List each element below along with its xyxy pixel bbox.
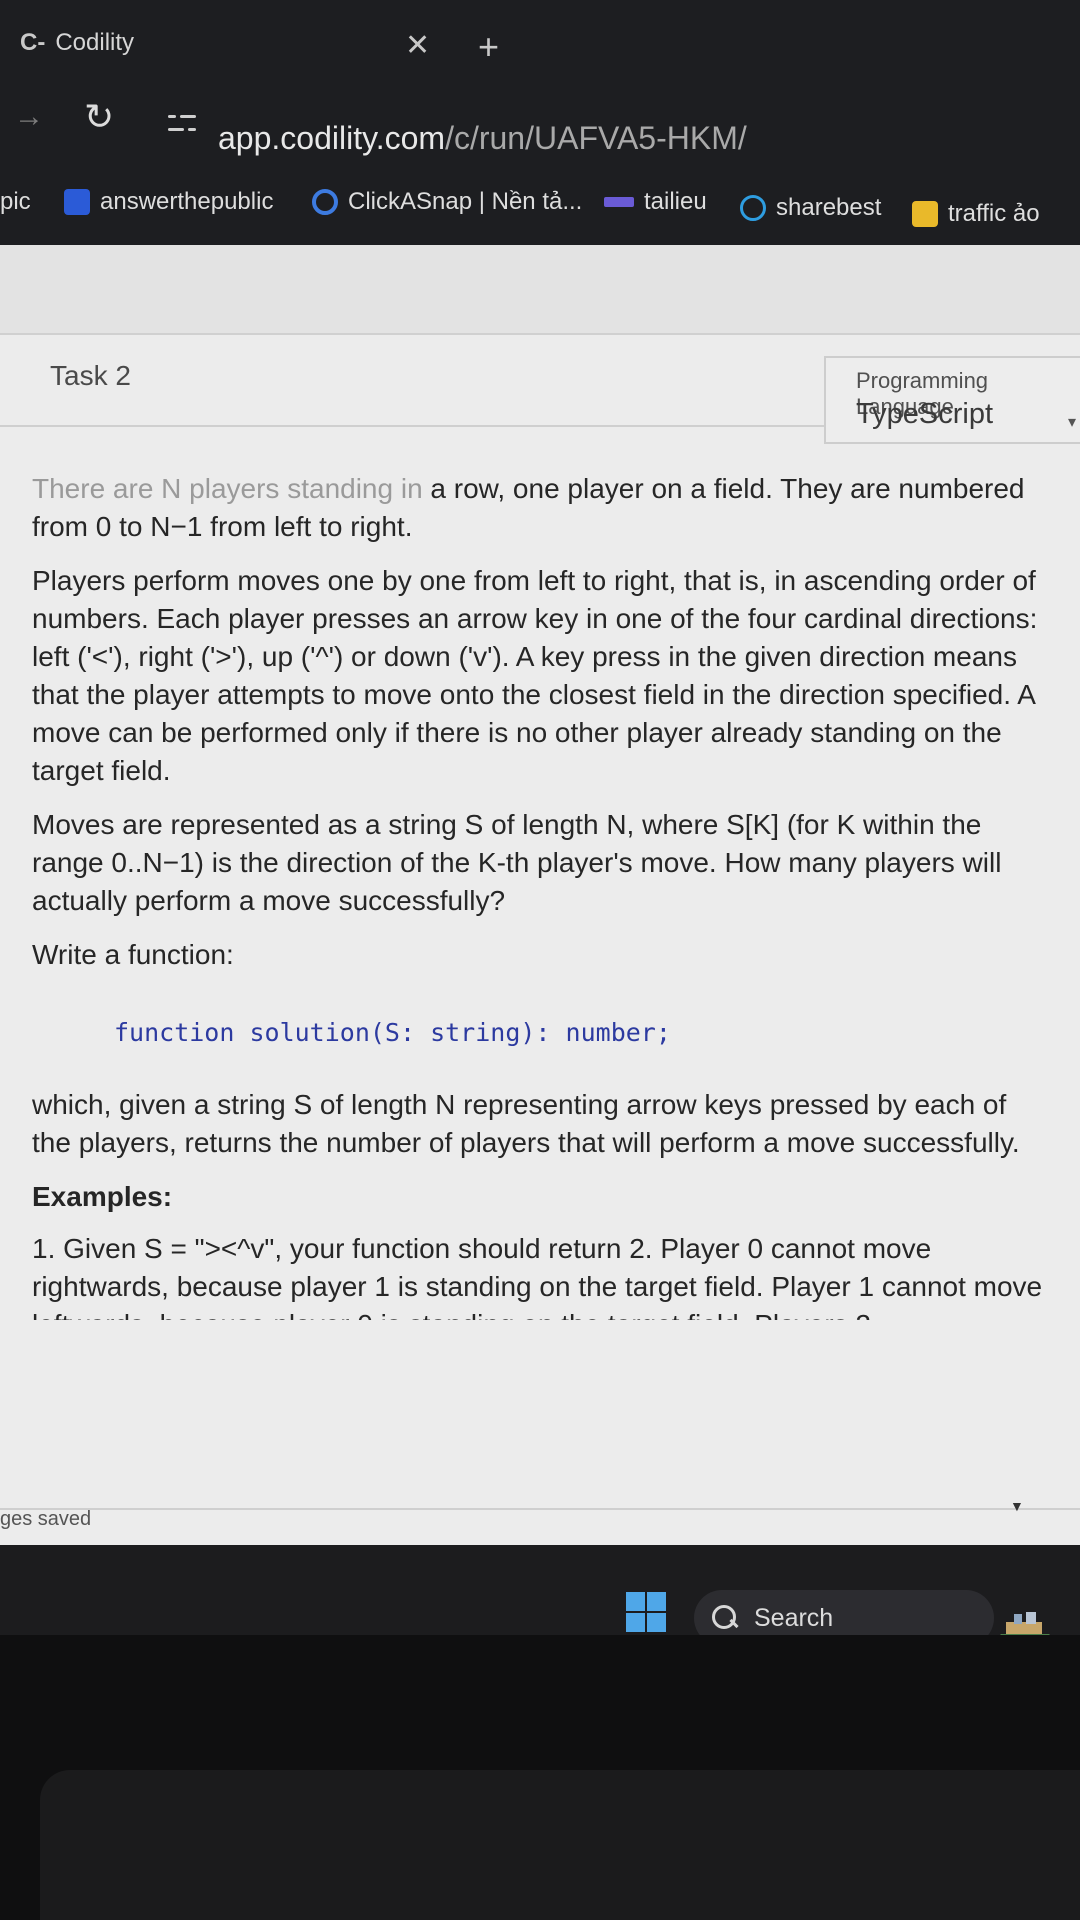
description-paragraph: Write a function:: [32, 939, 234, 970]
forward-icon[interactable]: →: [14, 100, 44, 134]
bookmark-answerthepublic[interactable]: answerthepublic: [64, 188, 273, 216]
language-value[interactable]: TypeScript: [856, 398, 993, 431]
laptop-body: [40, 1770, 1080, 1920]
bookmark-label: ClickASnap | Nền tả...: [348, 188, 583, 215]
reload-icon[interactable]: ↻: [84, 96, 114, 138]
bookmark-pic[interactable]: pic: [0, 188, 31, 216]
address-bar[interactable]: app.codility.com/c/run/UAFVA5-HKM/: [218, 120, 747, 157]
description-paragraph: There are N players standing in a row, o…: [32, 470, 1052, 546]
browser-tab[interactable]: C- Codility ✕: [0, 0, 540, 85]
new-tab-icon[interactable]: +: [478, 26, 499, 68]
tab-title: Codility: [55, 28, 135, 56]
description-paragraph: which, given a string S of length N repr…: [32, 1089, 1020, 1158]
app-top-bar: [0, 245, 1080, 335]
bookmark-label: sharebest: [776, 194, 882, 221]
clickasnap-icon: [312, 189, 338, 215]
save-status: ges saved: [0, 1508, 92, 1530]
bookmark-label: pic: [0, 188, 31, 215]
answerthepublic-icon: [64, 189, 90, 215]
description-paragraph: Players perform moves one by one from le…: [32, 565, 1038, 786]
examples-heading: Examples:: [32, 1181, 173, 1212]
task-title: Task 2: [50, 360, 131, 391]
traffic-ao-icon: [912, 201, 938, 227]
sharebest-icon: [740, 195, 766, 221]
bookmark-traffic-ao[interactable]: traffic ảo: [912, 200, 1040, 228]
url-host: app.codility.com: [218, 120, 446, 156]
divider: [0, 1508, 1080, 1510]
codility-favicon: C-: [20, 28, 46, 56]
search-icon: [712, 1605, 738, 1631]
bookmark-label: tailieu: [644, 188, 707, 215]
scroll-down-icon[interactable]: ▼: [1010, 1498, 1024, 1514]
bookmark-tailieu[interactable]: tailieu: [604, 188, 707, 216]
bookmark-label: answerthepublic: [100, 188, 274, 215]
search-label: Search: [754, 1603, 834, 1632]
example-text: 1. Given S = "><^v", your function shoul…: [32, 1233, 1043, 1320]
task-description: There are N players standing in a row, o…: [32, 470, 1052, 1336]
tailieu-icon: [604, 197, 634, 207]
chevron-down-icon[interactable]: ▾: [1068, 412, 1076, 432]
url-path: /c/run/UAFVA5-HKM/: [445, 120, 747, 156]
close-icon[interactable]: ✕: [405, 28, 430, 63]
function-signature: function solution(S: string): number;: [114, 1018, 671, 1047]
description-paragraph: Moves are represented as a string S of l…: [32, 809, 1002, 916]
bookmark-sharebest[interactable]: sharebest: [740, 194, 881, 222]
bookmark-label: traffic ảo: [948, 200, 1040, 227]
windows-start-icon[interactable]: [626, 1592, 666, 1632]
site-info-icon[interactable]: [168, 112, 196, 138]
bookmark-clickasnap[interactable]: ClickASnap | Nền tả...: [312, 188, 582, 216]
faded-text: There are N players standing in: [32, 473, 423, 504]
